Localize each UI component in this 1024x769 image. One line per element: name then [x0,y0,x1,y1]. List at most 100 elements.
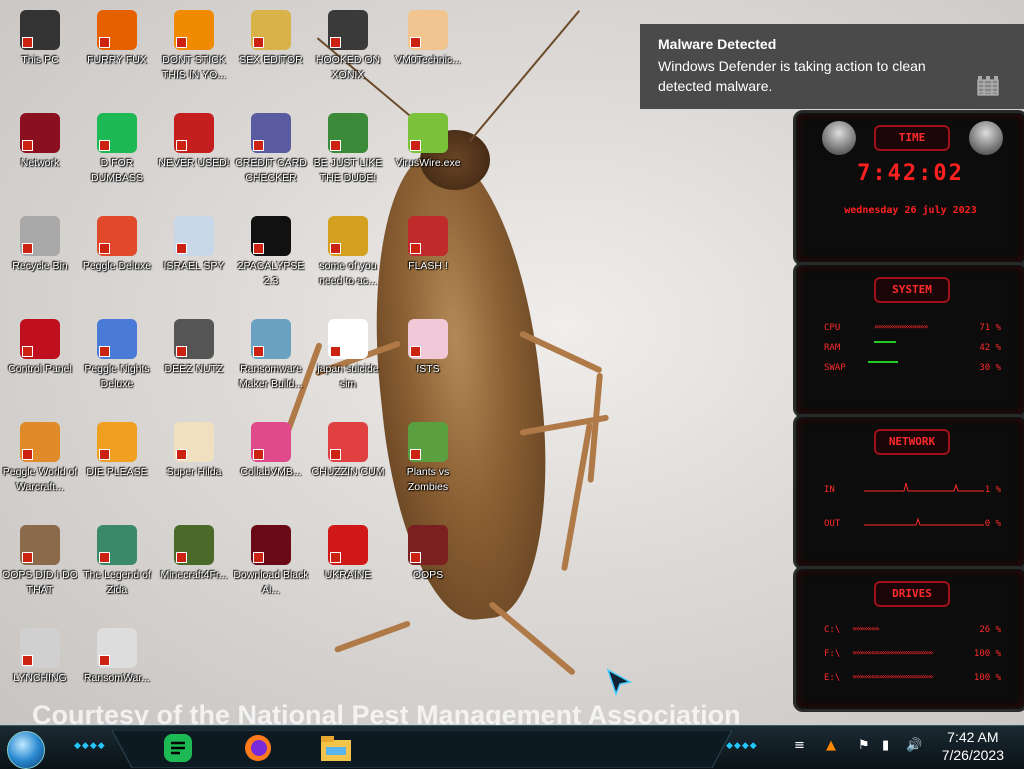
desktop-icon[interactable]: This PC [2,6,78,68]
network-gadget-title: NETWORK [874,429,950,455]
desktop-icon[interactable]: CREDIT CARD CHECKER [233,109,309,186]
desktop-icon-label: CHUZZIN CUM [311,466,385,478]
desktop-icon-label: FURRY FUX [87,54,147,66]
system-gadget-title: SYSTEM [874,277,950,303]
desktop-icon[interactable]: Recycle Bin [2,212,78,274]
action-center-flag-icon[interactable]: ⚑ [858,738,870,753]
desktop-icon[interactable]: Plants vs Zombies [390,418,466,495]
desktop-icon-label: ISRAEL SPY [163,260,225,272]
malware-notification[interactable]: Malware Detected Windows Defender is tak… [640,24,1024,109]
wallpaper-roach-leg [488,600,577,677]
portrait-icon [20,525,60,565]
desktop-icon[interactable]: D FOR DUMBASS [79,109,155,186]
wallpaper-roach-leg [560,422,593,572]
desktop-icon[interactable]: ISTS [390,315,466,377]
desktop-icon-label: Super Hilda [166,466,222,478]
shortcut-arrow-icon [253,140,264,151]
desktop-icon[interactable]: 2PACALYPSE 2.3 [233,212,309,289]
desktop-icon[interactable]: ISRAEL SPY [156,212,232,274]
shortcut-arrow-icon [410,243,421,254]
desktop-icon[interactable]: Super Hilda [156,418,232,480]
wallpaper-roach-leg [333,620,412,654]
desktop-icon[interactable]: japan suicide sim [310,315,386,392]
desktop-icon[interactable]: OOPS [390,521,466,583]
shortcut-arrow-icon [410,140,421,151]
shortcut-arrow-icon [330,140,341,151]
star-icon [408,319,448,359]
shortcut-arrow-icon [22,37,33,48]
desktop-icon-label: 2PACALYPSE 2.3 [237,260,305,287]
drives-gadget[interactable]: DRIVES C:\ »»»»»»» 26 % F:\ »»»»»»»»»»»»… [793,566,1024,712]
taskbar-notes-button[interactable] [158,729,198,767]
net-in-label: IN [824,485,835,495]
desktop-icon[interactable]: OOPS DID I DO THAT [2,521,78,598]
desktop-icon[interactable]: Peggle Nights Deluxe [79,315,155,392]
desktop-icon[interactable]: Download Black Al... [233,521,309,598]
desktop-icon[interactable]: LYNCHING [2,624,78,686]
alien-head-icon [969,121,1003,155]
desktop-icon-label: RansomWar... [83,672,151,684]
shortcut-arrow-icon [330,37,341,48]
desktop-icon[interactable]: DONT STICK THIS IN YO... [156,6,232,83]
desktop-icon[interactable]: The Legend of Zida [79,521,155,598]
desktop-icon[interactable]: UKRAINE [310,521,386,583]
file-explorer-icon [321,736,351,761]
desktop-icon[interactable]: Ransomware Maker Build... [233,315,309,392]
taskbar-clock[interactable]: 7:42 AM 7/26/2023 [942,728,1004,764]
desktop-icon[interactable]: CHUZZIN CUM [310,418,386,480]
desktop-icon[interactable]: Peggle Deluxe [79,212,155,274]
drive-e-label: E:\ [824,673,841,683]
desktop-icon[interactable]: HOOKED ON XONIX [310,6,386,83]
desktop-icon[interactable]: SEX EDITOR [233,6,309,68]
desktop-icon-label: Peggle World of Warcraft... [2,466,78,493]
pixel-icon [174,422,214,462]
shortcut-arrow-icon [22,140,33,151]
wallpaper-watermark: Courtesy of the National Pest Management… [32,700,741,725]
shortcut-arrow-icon [176,243,187,254]
window-icon [251,319,291,359]
time-gadget[interactable]: TIME 7:42:02 wednesday 26 july 2023 [793,110,1024,266]
taskbar-firefox-button[interactable] [238,729,278,767]
desktop-icon[interactable]: NEVER USED! [156,109,232,171]
tray-app-icon[interactable]: ▲ [826,738,836,753]
shortcut-arrow-icon [253,37,264,48]
desktop-icon[interactable]: BE JUST LIKE THE DUDE! [310,109,386,186]
desktop-icon-label: CollabVMB... [240,466,302,478]
desktop-icon[interactable]: Network [2,109,78,171]
desktop-icon[interactable]: FLASH ! [390,212,466,274]
net-in-value: 1 % [984,485,1001,495]
desktop-icon[interactable]: DEEZ NUTZ [156,315,232,377]
shortcut-arrow-icon [99,449,110,460]
desktop-icon[interactable]: Peggle World of Warcraft... [2,418,78,495]
volume-icon[interactable]: 🔊 [906,738,922,753]
desktop-icon[interactable]: Minecraft4Fr... [156,521,232,583]
shortcut-arrow-icon [22,449,33,460]
flash-icon [408,216,448,256]
desktop-icon[interactable]: VirusWire.exe [390,109,466,171]
tray-lines-icon[interactable]: ≡ [794,738,805,753]
desktop-icon-label: Download Black Al... [233,569,309,596]
shortcut-arrow-icon [22,552,33,563]
notes-icon [97,113,137,153]
de-icon [97,422,137,462]
shortcut-arrow-icon [410,346,421,357]
desktop-icon[interactable]: some of you need to ac... [310,212,386,289]
drive-f-label: F:\ [824,649,841,659]
desktop-icon[interactable]: Control Panel [2,315,78,377]
network-tray-icon[interactable]: ▮ [882,738,889,753]
shortcut-arrow-icon [330,243,341,254]
ram-bar [874,341,896,343]
drives-gadget-title: DRIVES [874,581,950,607]
desktop-icon[interactable]: DIE PLEASE [79,418,155,480]
start-button[interactable] [7,731,45,769]
desktop-icon[interactable]: CollabVMB... [233,418,309,480]
desktop-icon[interactable]: VM0Technic... [390,6,466,68]
system-gadget[interactable]: SYSTEM CPU »»»»»»»»»»»»»» 71 % RAM 42 % … [793,262,1024,418]
desktop-icon[interactable]: RansomWar... [79,624,155,686]
taskbar-explorer-button[interactable] [316,729,356,767]
desktop-icon[interactable]: FURRY FUX [79,6,155,68]
network-gadget[interactable]: NETWORK IN 1 % OUT 0 % [793,414,1024,570]
desktop-icon-label: DIE PLEASE [86,466,148,478]
shortcut-arrow-icon [176,37,187,48]
drive-c-value: 26 % [979,625,1001,635]
